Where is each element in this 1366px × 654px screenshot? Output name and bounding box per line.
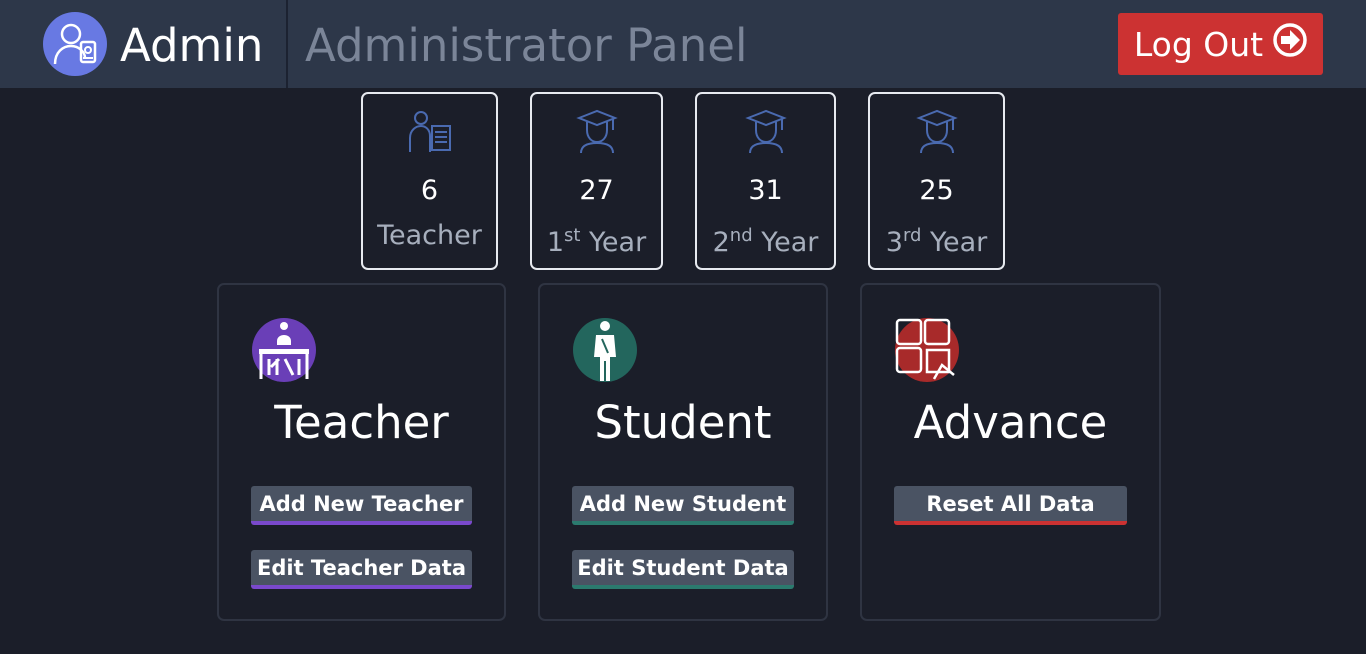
add-student-button[interactable]: Add New Student	[572, 486, 794, 525]
puzzle-icon	[894, 317, 960, 383]
stat-card-teacher: 6 Teacher	[361, 92, 498, 270]
stat-label: 2nd Year	[712, 225, 819, 258]
stat-value: 25	[919, 175, 954, 206]
card-title: Advance	[913, 396, 1108, 449]
page-title: Administrator Panel	[305, 19, 748, 72]
graduate-icon	[575, 108, 619, 154]
brand-title: Admin	[120, 19, 264, 72]
sign-out-icon	[1273, 23, 1307, 65]
student-icon	[572, 317, 638, 383]
add-teacher-button[interactable]: Add New Teacher	[251, 486, 472, 525]
top-header: Admin Administrator Panel Log Out	[0, 0, 1366, 88]
advance-card: Advance Reset All Data	[860, 283, 1161, 621]
card-title: Teacher	[274, 396, 449, 449]
stat-label: 3rd Year	[885, 225, 988, 258]
stat-value: 27	[579, 175, 614, 206]
card-title: Student	[594, 396, 772, 449]
graduate-icon	[915, 108, 959, 154]
edit-student-button[interactable]: Edit Student Data	[572, 550, 794, 589]
stat-value: 6	[420, 175, 439, 206]
stat-label: 1st Year	[546, 225, 647, 258]
logout-label: Log Out	[1133, 24, 1264, 64]
stat-card-3rd-year: 25 3rd Year	[868, 92, 1005, 270]
student-card: Student Add New Student Edit Student Dat…	[538, 283, 828, 621]
admin-avatar-icon	[43, 12, 107, 76]
stat-card-2nd-year: 31 2nd Year	[695, 92, 836, 270]
teacher-icon	[408, 108, 452, 154]
graduate-icon	[744, 108, 788, 154]
header-divider	[286, 0, 288, 88]
stat-value: 31	[748, 175, 783, 206]
edit-teacher-button[interactable]: Edit Teacher Data	[251, 550, 472, 589]
stat-card-1st-year: 27 1st Year	[530, 92, 663, 270]
reset-all-data-button[interactable]: Reset All Data	[894, 486, 1127, 525]
teacher-desk-icon	[251, 317, 317, 383]
logout-button[interactable]: Log Out	[1118, 13, 1323, 75]
teacher-card: Teacher Add New Teacher Edit Teacher Dat…	[217, 283, 506, 621]
stat-label: Teacher	[377, 220, 482, 251]
